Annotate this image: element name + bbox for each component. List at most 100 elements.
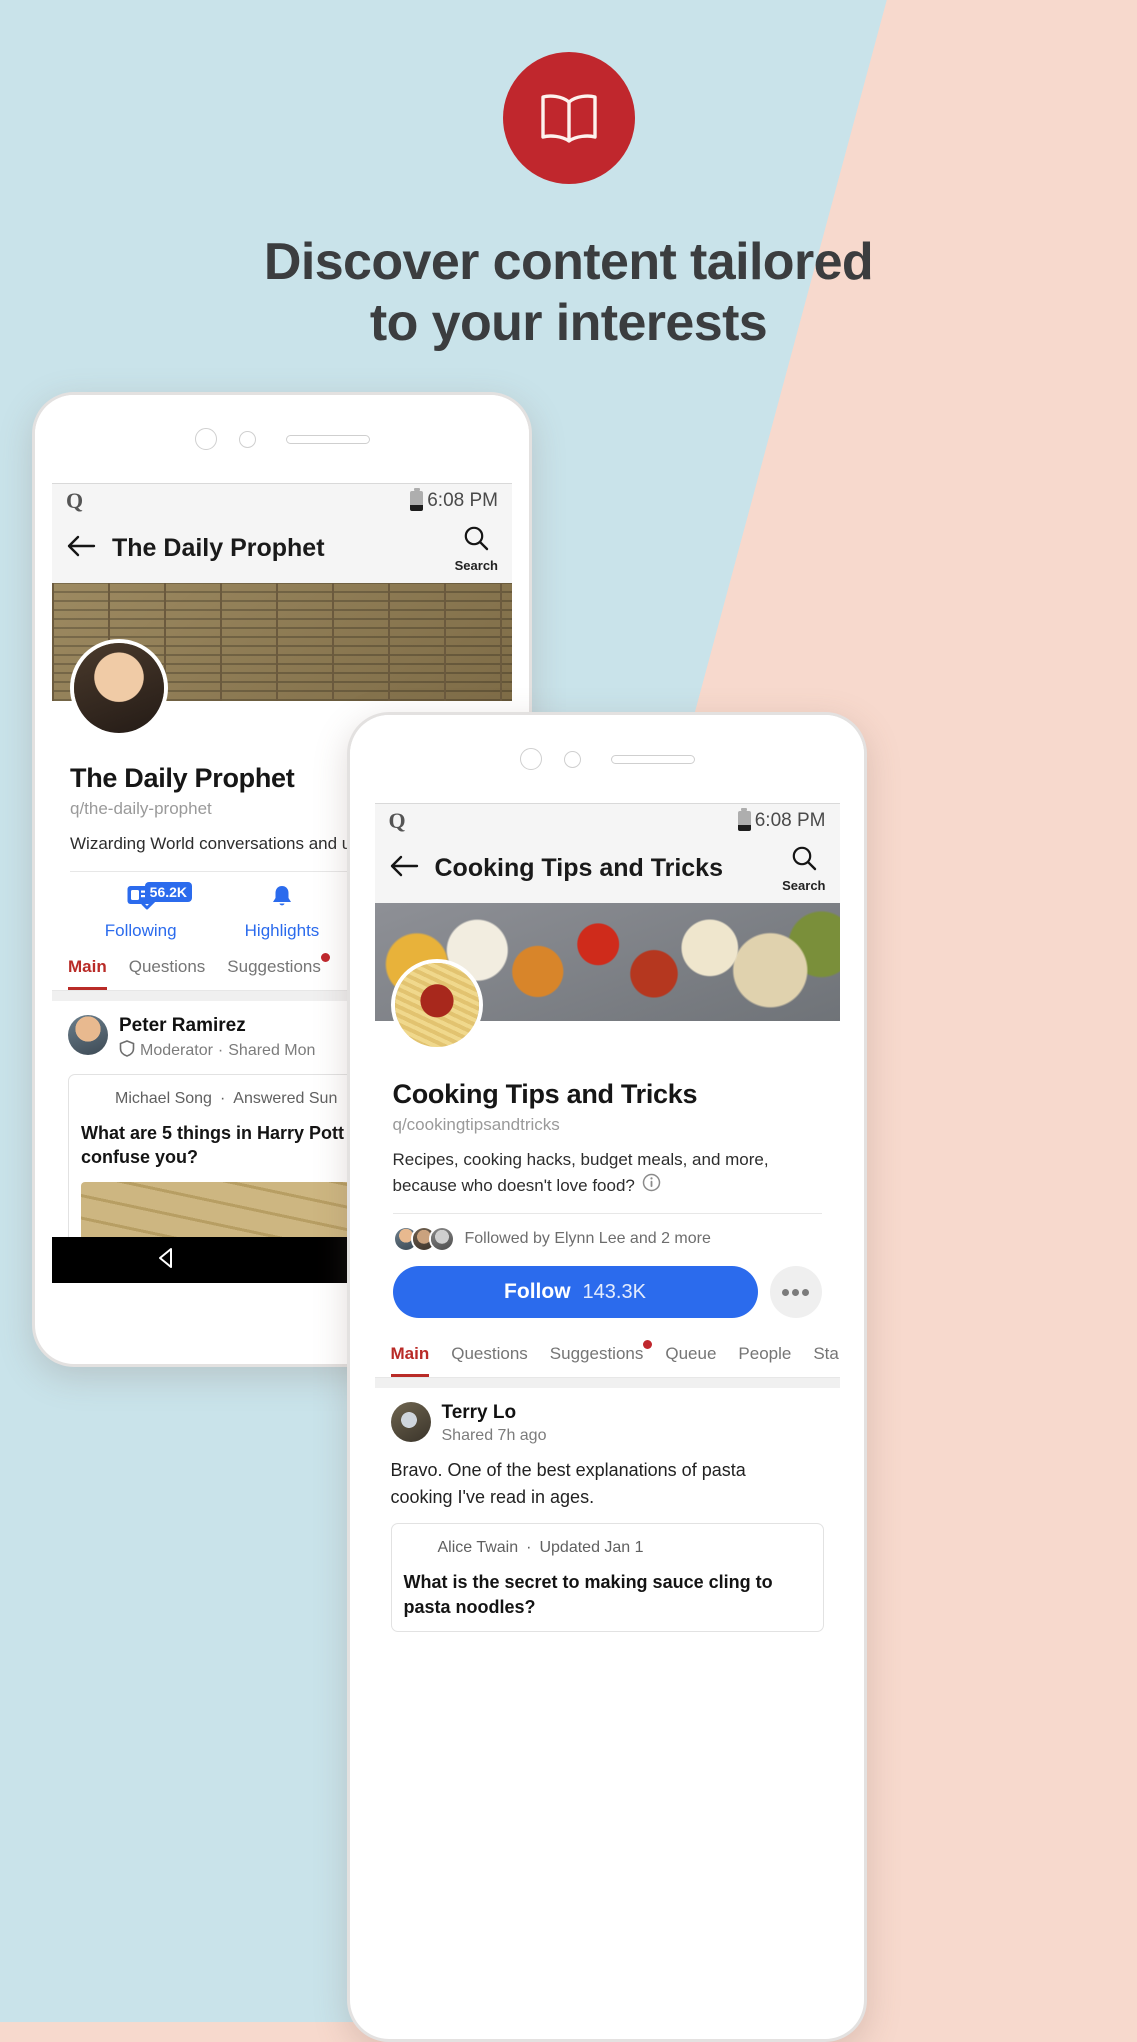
terry-lo-avatar[interactable] bbox=[390, 1402, 431, 1443]
follower-avatar-3 bbox=[428, 1226, 455, 1253]
phone1-status-bar: Q 6:08 PM bbox=[52, 484, 512, 518]
phone2-post-meta: Shared 7h ago bbox=[441, 1427, 547, 1445]
phone2-facepile bbox=[392, 1226, 455, 1253]
speaker-grille bbox=[285, 434, 370, 444]
harry-potter-avatar-image bbox=[74, 643, 164, 733]
phone1-post-shared: Shared Mon bbox=[228, 1041, 316, 1059]
bell-icon bbox=[269, 884, 295, 915]
phone1-tab-suggestions-label: Suggestions bbox=[227, 956, 321, 976]
phone-mockup-cooking-tips: Q 6:08 PM Cooking Tips and Tricks Search bbox=[347, 712, 867, 2042]
phone1-quote-meta: Answered Sun bbox=[233, 1089, 338, 1107]
search-icon bbox=[462, 524, 490, 557]
phone1-status-time: 6:08 PM bbox=[427, 490, 498, 511]
phone1-tab-suggestions[interactable]: Suggestions bbox=[227, 945, 330, 990]
phone2-search-label: Search bbox=[782, 878, 826, 893]
phone2-post-body-line-2: cooking I've read in ages. bbox=[390, 1487, 595, 1508]
quora-brand-icon: Q bbox=[388, 808, 406, 833]
phone2-post-body-line-1: Bravo. One of the best explanations of p… bbox=[390, 1460, 746, 1481]
phone2-tab-stats[interactable]: Sta bbox=[813, 1332, 839, 1377]
phone2-quote-title-line-2: pasta noodles? bbox=[403, 1597, 536, 1618]
phone2-followed-by-row[interactable]: Followed by Elynn Lee and 2 more bbox=[392, 1214, 822, 1253]
phone2-tab-questions[interactable]: Questions bbox=[451, 1332, 528, 1377]
phone2-bezel-top bbox=[350, 715, 864, 803]
battery-icon bbox=[410, 488, 424, 511]
hero-title: Discover content tailored to your intere… bbox=[0, 232, 1137, 355]
notification-dot-icon bbox=[643, 1340, 653, 1350]
phone2-tab-bar: Main Questions Suggestions Queue People … bbox=[374, 1332, 840, 1379]
phone1-action-highlights-label: Highlights bbox=[244, 920, 320, 940]
hero-title-line-1: Discover content tailored bbox=[263, 233, 874, 291]
phone2-post-body: Bravo. One of the best explanations of p… bbox=[391, 1457, 824, 1511]
phone2-follow-row: Follow 143.3K bbox=[392, 1252, 822, 1332]
phone1-action-highlights[interactable]: Highlights bbox=[211, 884, 352, 941]
app-logo-badge bbox=[502, 52, 635, 184]
phone2-profile-slug: q/cookingtipsandtricks bbox=[392, 1115, 560, 1134]
phone2-quote-title-line-1: What is the secret to making sauce cling… bbox=[403, 1572, 773, 1593]
alice-twain-avatar bbox=[404, 1535, 430, 1561]
phone2-follow-count: 143.3K bbox=[582, 1280, 646, 1303]
phone2-quote-header: Alice Twain · Updated Jan 1 bbox=[404, 1535, 811, 1561]
triangle-back-icon[interactable] bbox=[154, 1245, 180, 1276]
phone1-cover-image bbox=[52, 583, 512, 737]
phone1-search-button[interactable]: Search bbox=[455, 524, 498, 573]
search-icon bbox=[790, 844, 818, 877]
phone1-search-label: Search bbox=[454, 558, 498, 573]
phone2-avatar[interactable] bbox=[390, 959, 483, 1051]
phone1-tab-questions[interactable]: Questions bbox=[129, 945, 206, 990]
phone2-tab-suggestions[interactable]: Suggestions bbox=[549, 1332, 653, 1377]
phone1-post-meta: Moderator · Shared Mon bbox=[119, 1039, 316, 1062]
phone2-post-author[interactable]: Terry Lo bbox=[442, 1402, 547, 1424]
camera-icon bbox=[194, 428, 217, 450]
phone2-tab-queue[interactable]: Queue bbox=[665, 1332, 716, 1377]
phone2-tab-suggestions-label: Suggestions bbox=[549, 1344, 644, 1364]
peter-ramirez-avatar[interactable] bbox=[68, 1014, 108, 1055]
phone2-screen: Q 6:08 PM Cooking Tips and Tricks Search bbox=[374, 803, 840, 1983]
back-arrow-icon[interactable] bbox=[66, 534, 96, 563]
phone2-feed-gap bbox=[374, 1378, 840, 1389]
shield-icon bbox=[119, 1039, 135, 1062]
phone1-action-following-label: Following bbox=[104, 920, 177, 940]
phone2-profile-description-line-2: because who doesn't love food? bbox=[392, 1175, 635, 1195]
camera-icon bbox=[519, 748, 542, 770]
phone2-page-title: Cooking Tips and Tricks bbox=[434, 854, 724, 882]
back-arrow-icon[interactable] bbox=[389, 854, 419, 883]
phone1-quote-author: Michael Song bbox=[115, 1089, 212, 1107]
phone2-profile-name: Cooking Tips and Tricks bbox=[392, 1079, 698, 1109]
phone2-post: Terry Lo Shared 7h ago Bravo. One of the… bbox=[375, 1388, 840, 1632]
notification-dot-icon bbox=[320, 952, 330, 962]
sensor-icon bbox=[238, 430, 256, 448]
phone2-follow-button[interactable]: Follow 143.3K bbox=[392, 1266, 758, 1319]
phone2-status-right: 6:08 PM bbox=[737, 808, 826, 832]
phone1-app-bar: The Daily Prophet Search bbox=[52, 518, 512, 583]
speaker-grille bbox=[610, 754, 695, 764]
phone2-status-bar: Q 6:08 PM bbox=[374, 804, 840, 838]
phone1-tab-main[interactable]: Main bbox=[68, 945, 107, 990]
michael-song-avatar bbox=[81, 1086, 107, 1112]
ellipsis-icon bbox=[782, 1288, 789, 1296]
phone1-post-role: Moderator bbox=[140, 1041, 213, 1059]
phone2-app-bar: Cooking Tips and Tricks Search bbox=[374, 838, 840, 903]
hero-section: Discover content tailored to your intere… bbox=[0, 0, 1137, 355]
phone2-tab-people[interactable]: People bbox=[738, 1332, 791, 1377]
quora-brand-icon: Q bbox=[66, 488, 84, 513]
phone1-action-following[interactable]: 56.2K Following bbox=[70, 881, 211, 941]
phone2-follow-label: Follow bbox=[504, 1280, 571, 1304]
phone2-profile-description: Recipes, cooking hacks, budget meals, an… bbox=[393, 1148, 822, 1199]
phone1-avatar[interactable] bbox=[70, 639, 168, 737]
phone2-tab-main[interactable]: Main bbox=[390, 1332, 430, 1378]
phone2-post-header: Terry Lo Shared 7h ago bbox=[390, 1402, 824, 1445]
phone2-status-time: 6:08 PM bbox=[754, 810, 826, 831]
open-book-icon bbox=[538, 92, 600, 144]
phone2-quote-title: What is the secret to making sauce cling… bbox=[404, 1570, 811, 1620]
info-circle-icon[interactable] bbox=[642, 1173, 661, 1200]
phone2-quote-meta: Updated Jan 1 bbox=[539, 1539, 644, 1557]
phone2-quoted-question[interactable]: Alice Twain · Updated Jan 1 What is the … bbox=[390, 1523, 824, 1632]
phone1-bezel-top bbox=[35, 395, 529, 483]
phone1-post-author[interactable]: Peter Ramirez bbox=[119, 1015, 315, 1037]
phone2-search-button[interactable]: Search bbox=[782, 844, 826, 893]
phone2-more-button[interactable] bbox=[769, 1266, 822, 1319]
peter-ramirez-avatar-image bbox=[68, 1014, 108, 1055]
phone1-following-count: 56.2K bbox=[144, 881, 193, 902]
phone2-quote-author: Alice Twain bbox=[437, 1539, 519, 1557]
phone2-followed-by-text: Followed by Elynn Lee and 2 more bbox=[464, 1230, 711, 1248]
